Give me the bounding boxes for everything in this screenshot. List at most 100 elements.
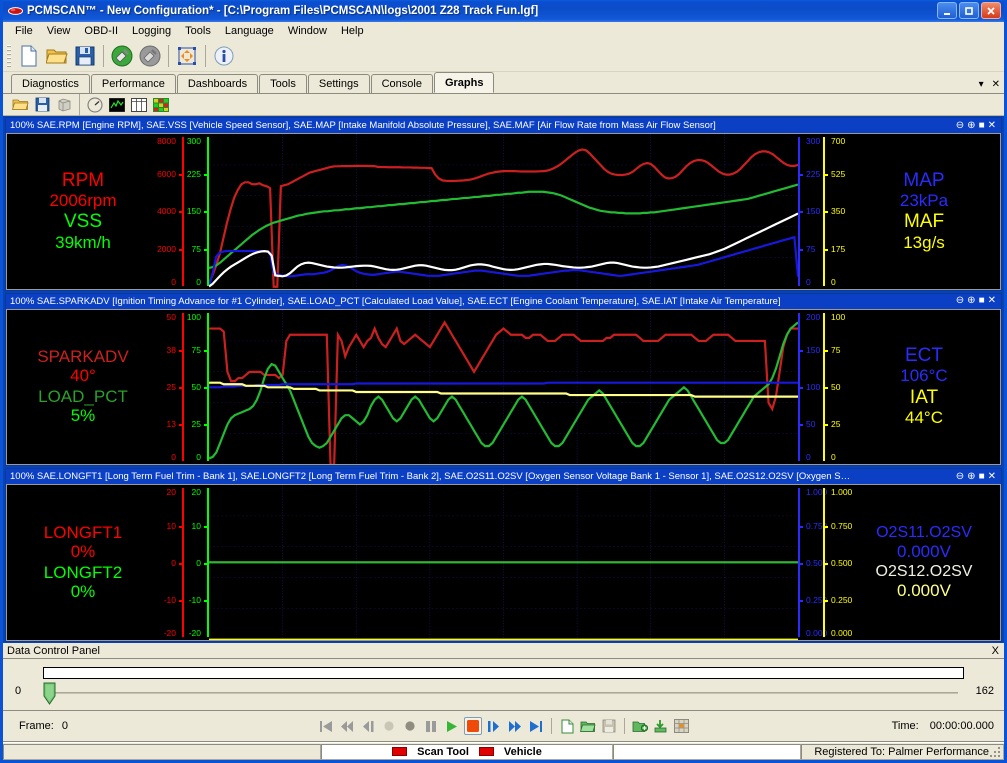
stop-icon[interactable]: ■: [979, 472, 985, 482]
maximize-button[interactable]: [959, 2, 979, 19]
menu-item-obd2[interactable]: OBD-II: [77, 24, 125, 38]
axis-tick-label: 38: [167, 345, 176, 355]
tab-list-dropdown-icon[interactable]: ▾: [979, 79, 984, 90]
skip-start-button[interactable]: [317, 717, 335, 735]
close-button[interactable]: [981, 2, 1001, 19]
record-button[interactable]: [401, 717, 419, 735]
tab-graphs[interactable]: Graphs: [434, 72, 495, 93]
close-panel-icon[interactable]: ✕: [988, 121, 996, 131]
graph-panel-spark-load-ect-iat: 100% SAE.SPARKADV [Ignition Timing Advan…: [5, 293, 1002, 467]
window-controls: [937, 2, 1001, 19]
axis-load-pct: 1007550250: [184, 310, 209, 465]
application-window: PCMSCAN™ - New Configuration* - [C:\Prog…: [0, 0, 1007, 763]
playback-slider-thumb[interactable]: [43, 682, 56, 705]
menu-item-tools[interactable]: Tools: [178, 24, 218, 38]
chart-svg: [209, 485, 798, 640]
plot-area-1[interactable]: [209, 134, 798, 289]
tab-settings[interactable]: Settings: [308, 74, 370, 93]
slider-min-label: 0: [15, 685, 21, 697]
play-button[interactable]: [443, 717, 461, 735]
axis-tick-label: 75: [806, 244, 815, 254]
axis-tick-label: 0.000: [831, 628, 852, 638]
tab-performance[interactable]: Performance: [91, 74, 176, 93]
connect-plug-icon[interactable]: [108, 43, 136, 69]
readout-label-longft1: LONGFT1: [44, 523, 122, 542]
fit-window-icon[interactable]: [173, 43, 201, 69]
zoom-out-icon[interactable]: ⊖: [956, 121, 964, 131]
menu-item-language[interactable]: Language: [218, 24, 281, 38]
open-log-button[interactable]: [579, 717, 597, 735]
time-value: 00:00:00.000: [930, 720, 994, 732]
axis-tick-label: 100: [187, 312, 201, 322]
menu-item-view[interactable]: View: [40, 24, 78, 38]
status-bar: Scan Tool Vehicle Registered To: Palmer …: [3, 742, 1004, 760]
axis-tick-label: 175: [831, 244, 845, 254]
tab-close-icon[interactable]: ✕: [992, 79, 1000, 90]
import-log-button[interactable]: [631, 717, 649, 735]
axis-tick-label: 75: [192, 244, 201, 254]
axis-tick-label: 50: [806, 419, 815, 429]
new-file-icon[interactable]: [15, 43, 43, 69]
step-back-button[interactable]: [359, 717, 377, 735]
step-forward-button[interactable]: [485, 717, 503, 735]
pause-button[interactable]: [422, 717, 440, 735]
tab-diagnostics[interactable]: Diagnostics: [11, 74, 90, 93]
tab-strip-controls: ▾ ✕: [979, 79, 1000, 90]
axis-tick-label: 0: [196, 558, 201, 568]
tab-dashboards[interactable]: Dashboards: [177, 74, 258, 93]
close-panel-icon[interactable]: ✕: [988, 472, 996, 482]
playback-slider-track[interactable]: [49, 692, 958, 694]
readout-label-maf: MAF: [904, 211, 944, 232]
zoom-out-icon[interactable]: ⊖: [956, 296, 964, 306]
axis-tick-label: 50: [167, 312, 176, 322]
slider-max-label: 162: [976, 685, 994, 697]
stop-icon[interactable]: ■: [979, 121, 985, 131]
app-logo-icon: [7, 4, 23, 18]
grid-color-icon[interactable]: [150, 95, 172, 115]
rewind-button[interactable]: [338, 717, 356, 735]
axis-tick: [823, 350, 828, 352]
minimize-button[interactable]: [937, 2, 957, 19]
zoom-out-icon[interactable]: ⊖: [956, 472, 964, 482]
save-graph-icon[interactable]: [31, 95, 53, 115]
new-log-button[interactable]: [558, 717, 576, 735]
export-log-button[interactable]: [652, 717, 670, 735]
menu-bar: File View OBD-II Logging Tools Language …: [3, 22, 1004, 40]
line-chart-icon[interactable]: [106, 95, 128, 115]
window-resize-grip[interactable]: [989, 746, 1001, 758]
tab-tools[interactable]: Tools: [259, 74, 307, 93]
gauge-icon[interactable]: [84, 95, 106, 115]
stop-icon[interactable]: ■: [979, 296, 985, 306]
menu-item-logging[interactable]: Logging: [125, 24, 178, 38]
save-disk-icon[interactable]: [71, 43, 99, 69]
disconnect-plug-icon[interactable]: [136, 43, 164, 69]
zoom-in-icon[interactable]: ⊕: [967, 296, 975, 306]
table-icon[interactable]: [128, 95, 150, 115]
plot-area-2[interactable]: [209, 310, 798, 465]
info-icon[interactable]: [210, 43, 238, 69]
open-folder-icon[interactable]: [43, 43, 71, 69]
menu-item-help[interactable]: Help: [334, 24, 371, 38]
toolbar-grip[interactable]: [7, 45, 11, 67]
tab-console[interactable]: Console: [371, 74, 433, 93]
grid-view-button[interactable]: [673, 717, 691, 735]
readout-label-map: MAP: [903, 170, 944, 191]
scan-tool-label: Scan Tool: [417, 746, 469, 758]
record-disabled-button[interactable]: [380, 717, 398, 735]
fast-forward-button[interactable]: [506, 717, 524, 735]
save-log-button[interactable]: [600, 717, 618, 735]
skip-end-button[interactable]: [527, 717, 545, 735]
stop-button[interactable]: [464, 717, 482, 735]
menu-item-window[interactable]: Window: [281, 24, 334, 38]
axis-tick-label: 25: [192, 419, 201, 429]
plot-area-3[interactable]: [209, 485, 798, 640]
close-panel-icon[interactable]: ✕: [988, 296, 996, 306]
zoom-in-icon[interactable]: ⊕: [967, 472, 975, 482]
copy-graph-icon[interactable]: [53, 95, 75, 115]
open-graph-icon[interactable]: [9, 95, 31, 115]
axis-tick-label: 0.250: [831, 595, 852, 605]
axis-tick: [823, 174, 828, 176]
zoom-in-icon[interactable]: ⊕: [967, 121, 975, 131]
menu-item-file[interactable]: File: [8, 24, 40, 38]
data-control-panel-close-icon[interactable]: X: [992, 645, 999, 657]
